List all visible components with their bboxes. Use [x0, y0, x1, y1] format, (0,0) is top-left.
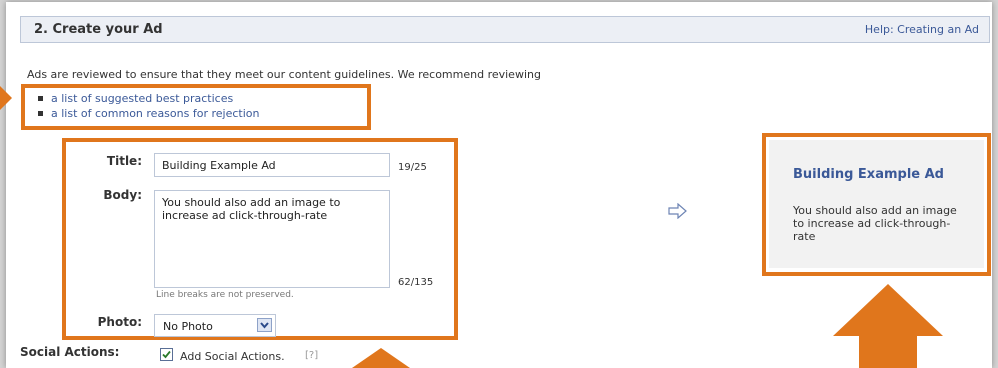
body-note: Line breaks are not preserved.	[156, 290, 294, 300]
section-title: 2. Create your Ad	[34, 22, 163, 37]
title-input[interactable]: Building Example Ad	[154, 153, 390, 177]
social-actions-help-link[interactable]: [?]	[305, 350, 318, 361]
section-header: 2. Create your Ad Help: Creating an Ad	[20, 16, 990, 43]
checkmark-icon	[162, 350, 171, 359]
preview-title[interactable]: Building Example Ad	[793, 167, 944, 182]
help-link[interactable]: Help: Creating an Ad	[865, 23, 979, 36]
orange-up-arrow-icon	[352, 348, 410, 368]
photo-select-value: No Photo	[163, 320, 213, 333]
social-actions-checkbox[interactable]	[160, 348, 173, 361]
body-textarea[interactable]: You should also add an image to increase…	[154, 190, 390, 288]
right-arrow-outline-icon	[668, 203, 687, 219]
highlight-box-links	[21, 84, 371, 130]
body-char-count: 62/135	[398, 277, 434, 288]
preview-body: You should also add an image to increase…	[793, 204, 957, 243]
intro-text: Ads are reviewed to ensure that they mee…	[27, 68, 541, 81]
social-actions-checkbox-label[interactable]: Add Social Actions.	[180, 350, 285, 363]
photo-select[interactable]: No Photo	[154, 314, 276, 337]
title-char-count: 19/25	[398, 162, 427, 173]
social-actions-label: Social Actions:	[20, 345, 120, 359]
ad-preview: Building Example Ad You should also add …	[769, 140, 984, 268]
body-label: Body:	[103, 188, 142, 202]
photo-label: Photo:	[97, 315, 142, 329]
title-label: Title:	[106, 154, 142, 168]
orange-pointer-arrow-icon	[0, 86, 12, 110]
orange-up-arrow-icon	[833, 284, 943, 368]
chevron-down-icon[interactable]	[257, 318, 272, 332]
